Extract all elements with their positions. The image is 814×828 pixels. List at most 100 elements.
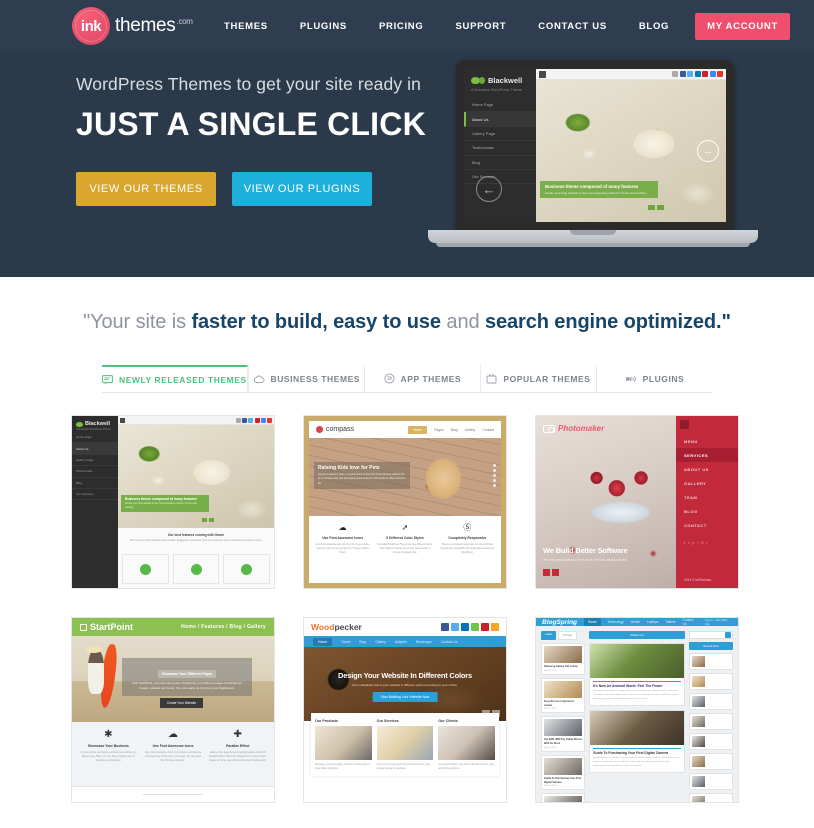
- list-item[interactable]: Get 4GB USB Key Tablet Priced With Its S…: [541, 716, 585, 752]
- sidebar-post[interactable]: [689, 753, 733, 770]
- rss-icon[interactable]: r: [706, 540, 707, 545]
- create-website-button[interactable]: Create Your Website: [160, 698, 204, 708]
- nav-item-blog[interactable]: BLOG: [623, 21, 685, 32]
- account-links[interactable]: Log In · Join (Sign Up): [705, 618, 732, 626]
- view-our-plugins-button[interactable]: VIEW OUR PLUGINS: [232, 172, 372, 207]
- menu-item-blog[interactable]: Blog: [72, 478, 118, 489]
- my-account-button[interactable]: MY ACCOUNT: [695, 12, 790, 40]
- pinterest-icon[interactable]: [481, 623, 489, 631]
- search-input[interactable]: [689, 631, 733, 639]
- list-item[interactable]: Sony Ericsson Xperia Arc review Nov 26, …: [541, 677, 585, 714]
- slider-dot[interactable]: [648, 205, 655, 210]
- slider-bullet[interactable]: [493, 464, 496, 467]
- slider-pagination[interactable]: [543, 569, 559, 576]
- slider-bullet[interactable]: [493, 484, 496, 487]
- arrow-right-icon[interactable]: →: [697, 140, 719, 162]
- sidebar-post[interactable]: [689, 653, 733, 670]
- sidebar-post[interactable]: [689, 773, 733, 790]
- nav-adipisth[interactable]: Adipisth: [395, 640, 407, 644]
- nav-travel[interactable]: Travel: [341, 640, 350, 644]
- sidebar-post[interactable]: [689, 713, 733, 730]
- clock-icon[interactable]: [236, 417, 242, 423]
- slider-dots[interactable]: [202, 518, 214, 522]
- site-logo[interactable]: ink themes.com: [72, 7, 193, 45]
- nav-home[interactable]: Home: [313, 637, 333, 646]
- flickr-icon[interactable]: fl: [701, 540, 703, 545]
- nav-technology[interactable]: Technology: [608, 620, 624, 624]
- nav-item-pricing[interactable]: PRICING: [363, 21, 440, 32]
- instagram-icon[interactable]: i: [697, 540, 698, 545]
- nav-item-plugins[interactable]: PLUGINS: [284, 21, 363, 32]
- nav-mobile[interactable]: Mobile: [631, 620, 640, 624]
- twitter-icon[interactable]: [451, 623, 459, 631]
- slider-dot[interactable]: [202, 518, 207, 522]
- preview-menu-item-about[interactable]: About Us: [464, 112, 536, 127]
- preview-slider-dots[interactable]: [648, 205, 664, 210]
- theme-card-photomaker[interactable]: Photomaker We Build Better Software We l…: [535, 415, 739, 589]
- nav-gallery[interactable]: Gallery: [375, 640, 386, 644]
- slider-next-icon[interactable]: [552, 569, 559, 576]
- nav-bestscape[interactable]: Bestscape: [416, 640, 432, 644]
- view-our-themes-button[interactable]: VIEW OUR THEMES: [76, 172, 216, 207]
- facebook-icon[interactable]: [242, 417, 248, 423]
- sidebar-post[interactable]: [689, 733, 733, 750]
- nav-laptops[interactable]: Laptops: [647, 620, 658, 624]
- theme-card-blogspring[interactable]: BlogSpring Home Technology Mobile Laptop…: [535, 617, 739, 803]
- compass-nav-blog[interactable]: Blog: [451, 428, 458, 432]
- pinterest-icon[interactable]: p: [692, 540, 694, 545]
- menu-item-team[interactable]: TEAM: [676, 490, 738, 504]
- pinterest-icon[interactable]: [254, 417, 260, 423]
- compass-nav-home[interactable]: Home: [408, 425, 428, 434]
- nav-item-themes[interactable]: THEMES: [208, 21, 284, 32]
- clock-icon[interactable]: [672, 71, 678, 77]
- sidebar-post[interactable]: [689, 793, 733, 802]
- compass-nav-pages[interactable]: Pages: [434, 428, 444, 432]
- menu-item-about-us[interactable]: ABOUT US: [676, 462, 738, 476]
- menu-item-services[interactable]: Our Services: [72, 489, 118, 501]
- sidebar-post[interactable]: [689, 693, 733, 710]
- youtube-icon[interactable]: [267, 417, 272, 423]
- twitter-icon[interactable]: t: [688, 540, 689, 545]
- compass-nav-gallery[interactable]: Gallery: [465, 428, 476, 432]
- theme-card-compass[interactable]: compass Home Pages Blog Gallery Contact …: [303, 415, 507, 589]
- menu-item-home[interactable]: Home Page: [72, 432, 118, 444]
- nav-tablets[interactable]: Tablets: [665, 620, 675, 624]
- slider-bullets[interactable]: [493, 464, 496, 487]
- hamburger-icon[interactable]: [680, 420, 689, 429]
- tab-popular[interactable]: Popular: [558, 631, 578, 640]
- menu-item-gallery[interactable]: Gallery Page: [72, 455, 118, 467]
- menu-item-contact[interactable]: CONTACT: [676, 518, 738, 532]
- pinterest-icon[interactable]: [702, 71, 708, 77]
- nav-item-contact-us[interactable]: CONTACT US: [522, 21, 623, 32]
- search-icon[interactable]: [725, 632, 731, 638]
- menu-item-testimonials[interactable]: Testimonials: [72, 466, 118, 478]
- slider-dot[interactable]: [208, 518, 214, 522]
- tab-app-themes[interactable]: APP THEMES: [363, 365, 480, 392]
- arrow-left-icon[interactable]: ←: [476, 176, 502, 202]
- tab-plugins[interactable]: PLUGINS: [595, 365, 712, 392]
- rss-icon[interactable]: [491, 623, 499, 631]
- google-icon[interactable]: [709, 71, 716, 77]
- facebook-icon[interactable]: [679, 71, 686, 77]
- theme-card-woodpecker[interactable]: Woodpecker Home Travel Blog Gallery Adip…: [303, 617, 507, 803]
- facebook-icon[interactable]: f: [684, 540, 685, 545]
- hero-button[interactable]: Start Building Your Website Now: [372, 692, 438, 702]
- featured-post[interactable]: Guide To Purchasing Your First Digital C…: [589, 709, 685, 773]
- theme-card-blackwell[interactable]: Blackwell A Business WordPress Theme Hom…: [71, 415, 275, 589]
- slider-bullet[interactable]: [493, 469, 496, 472]
- hamburger-icon[interactable]: [120, 417, 125, 423]
- linkedin-icon[interactable]: [694, 71, 701, 77]
- menu-item-menu[interactable]: MENU: [676, 434, 738, 448]
- menu-item-about[interactable]: About Us: [72, 443, 118, 455]
- google-icon[interactable]: [260, 417, 266, 423]
- youtube-icon[interactable]: [717, 71, 723, 77]
- linkedin-icon[interactable]: [461, 623, 469, 631]
- list-item[interactable]: Samsung Galaxy Tab review Nov 26, 2014: [541, 643, 585, 675]
- nav-contact-us[interactable]: Contact Us: [683, 618, 698, 626]
- nav-home[interactable]: Home: [584, 618, 601, 626]
- feed-icon[interactable]: [471, 623, 479, 631]
- list-item[interactable]: Apple iPad Production Reaches Million No…: [541, 793, 585, 802]
- nav-contact[interactable]: Contact Us: [441, 640, 458, 644]
- nav-blog[interactable]: Blog: [359, 640, 366, 644]
- facebook-icon[interactable]: [441, 623, 449, 631]
